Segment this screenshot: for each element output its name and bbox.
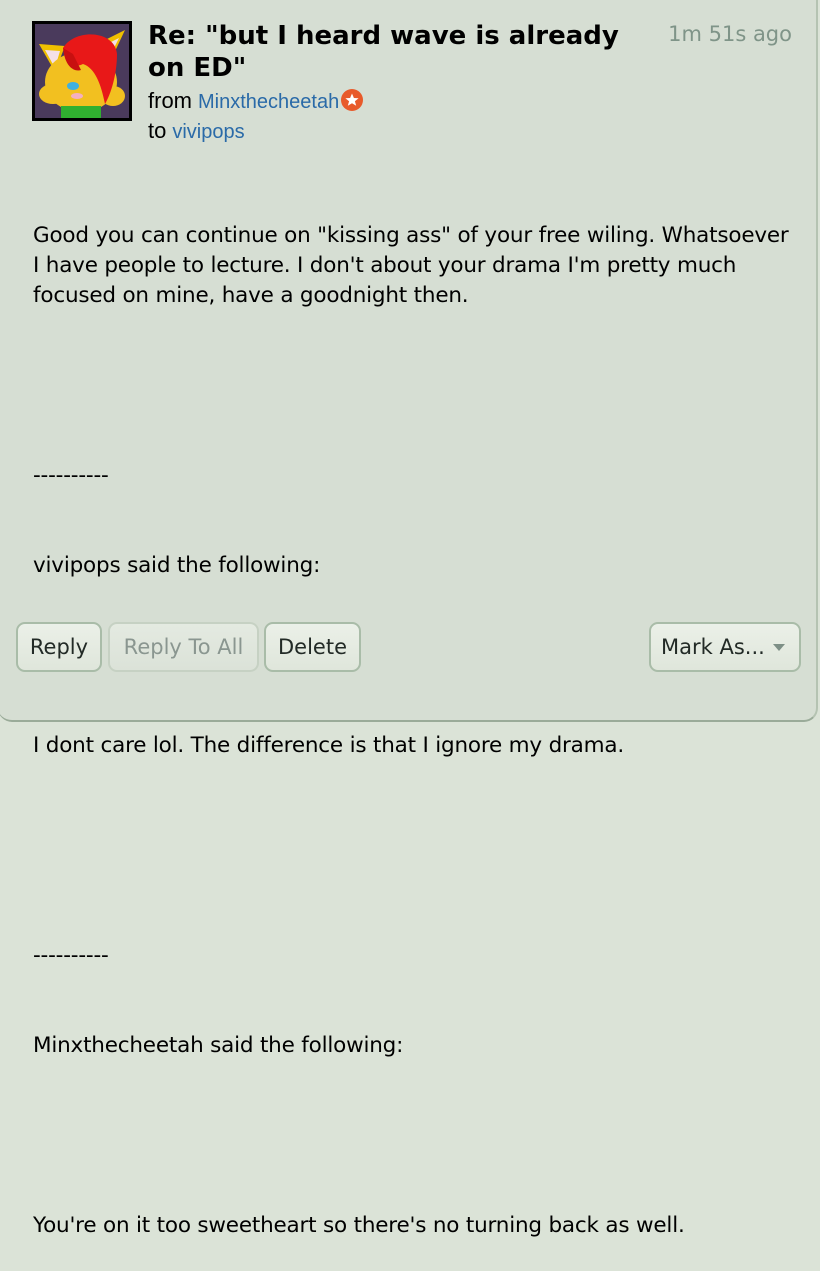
quote-header: Minxthecheetah said the following: (33, 1033, 404, 1058)
message-subject: Re: "but I heard wave is already on ED" (148, 21, 619, 83)
sender-line: from Minxthecheetah (148, 88, 364, 114)
message-paragraph: Good you can continue on "kissing ass" o… (33, 223, 796, 308)
from-label: from (148, 88, 192, 113)
message-timestamp: 1m 51s ago (668, 22, 792, 46)
recipient-link[interactable]: vivipops (172, 121, 244, 143)
sender-avatar[interactable] (32, 21, 132, 121)
star-badge-icon (341, 89, 364, 111)
reply-button[interactable]: Reply (16, 622, 102, 672)
quote-text: You're on it too sweetheart so there's n… (33, 1213, 685, 1238)
avatar-image-icon (35, 24, 129, 118)
chevron-down-icon (772, 643, 785, 651)
mark-as-dropdown[interactable]: Mark As... (649, 622, 801, 672)
reply-all-button[interactable]: Reply To All (108, 622, 259, 672)
quote-separator: ---------- (33, 463, 109, 488)
to-label: to (148, 118, 167, 143)
delete-button[interactable]: Delete (264, 622, 361, 672)
quote-separator: ---------- (33, 943, 109, 968)
message-body: Good you can continue on "kissing ass" o… (33, 161, 793, 1271)
mark-as-label: Mark As... (661, 635, 765, 659)
recipient-line: to vivipops (148, 118, 245, 144)
quote-header: vivipops said the following: (33, 553, 321, 578)
sender-link[interactable]: Minxthecheetah (198, 91, 339, 113)
